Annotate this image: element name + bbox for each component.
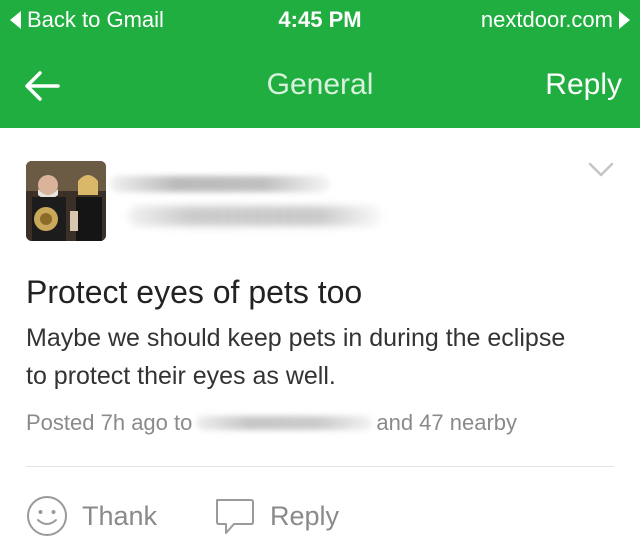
site-label: nextdoor.com [480,7,613,32]
page-title: General [266,68,374,101]
smiley-icon [27,496,67,536]
post-body: Maybe we should keep pets in during the … [26,324,566,390]
avatar-photo [26,161,106,241]
site-link[interactable]: nextdoor.com [481,7,630,33]
app-header: Back to Gmail 4:45 PM nextdoor.com Gener… [0,0,640,128]
post-meta-prefix: Posted 7h ago to [26,410,193,435]
thank-button[interactable]: Thank [26,493,157,539]
forward-triangle-icon [619,11,630,29]
reply-label: Reply [270,500,340,531]
author-location-redacted [128,206,383,226]
thank-label: Thank [82,500,158,531]
speech-bubble-icon [216,499,254,534]
post-meta: Posted 7h ago to and 47 nearby [26,410,517,436]
avatar[interactable] [26,161,106,241]
reply-button[interactable]: Reply [212,493,339,539]
status-bar: Back to Gmail 4:45 PM nextdoor.com [0,0,640,40]
nav-bar: General Reply [0,40,640,128]
post-title: Protect eyes of pets too [26,274,363,310]
author-name-redacted [110,176,330,192]
nav-reply-button[interactable]: Reply [545,68,622,102]
divider [26,466,614,467]
post-meta-suffix[interactable]: and 47 nearby [376,410,517,436]
chevron-down-icon[interactable] [588,162,614,178]
neighborhood-redacted [196,416,373,430]
